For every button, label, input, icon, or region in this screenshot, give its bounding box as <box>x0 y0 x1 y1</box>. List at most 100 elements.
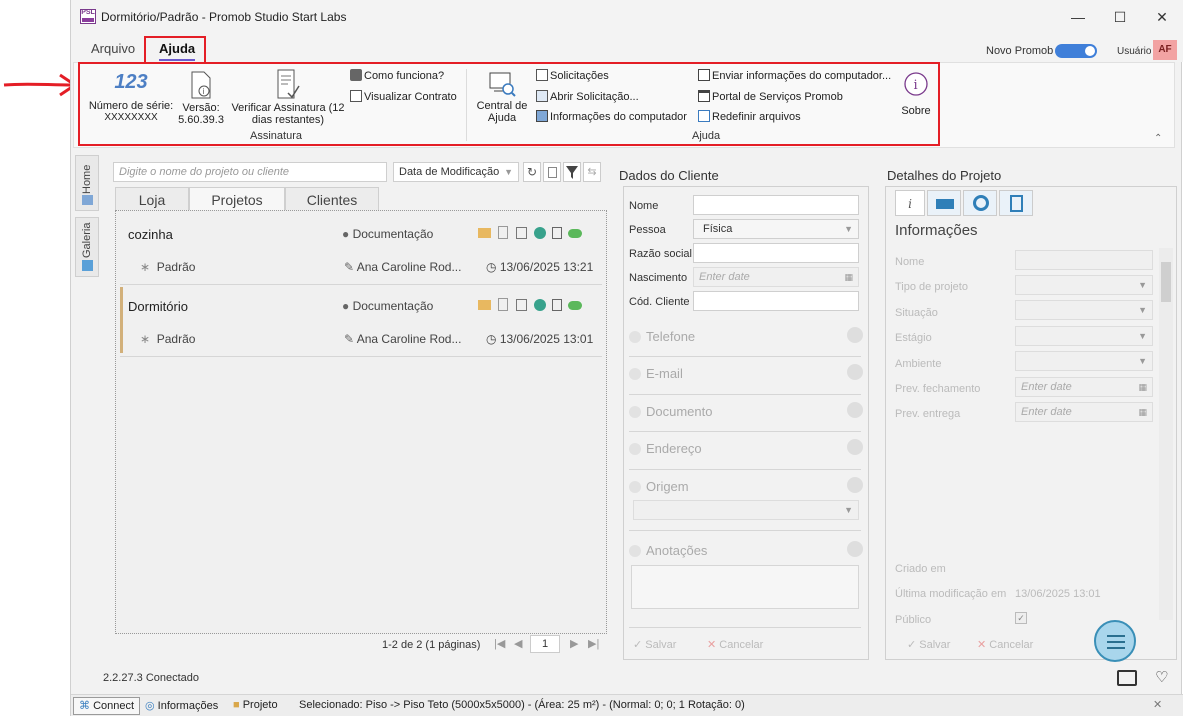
side-tab-galeria[interactable]: Galeria <box>75 217 99 277</box>
tipo-projeto-dropdown[interactable]: ▼ <box>1015 275 1153 295</box>
delete-icon[interactable] <box>552 299 562 311</box>
abrir-solicitacao-button[interactable]: Abrir Solicitação... <box>536 90 639 103</box>
razao-social-input[interactable] <box>693 243 859 263</box>
tab-clientes[interactable]: Clientes <box>285 187 379 211</box>
trash-icon[interactable] <box>543 162 561 182</box>
numero-serie-button[interactable]: 123 Número de série: XXXXXXXX <box>86 71 176 124</box>
refresh-icon[interactable]: ↻ <box>523 162 541 182</box>
project-search-input[interactable]: Digite o nome do projeto ou cliente <box>113 162 387 182</box>
documento-section[interactable]: Documento <box>629 404 712 419</box>
tab-arquivo[interactable]: Arquivo <box>91 41 135 56</box>
tab-ajuda[interactable]: Ajuda <box>159 41 196 61</box>
prev-page-icon[interactable]: ◀ <box>514 637 522 650</box>
prev-fechamento-input[interactable]: Enter date ▦ <box>1015 377 1153 397</box>
ribbon-tab-row: Arquivo Ajuda Novo Promob Usuário AF <box>71 34 1183 62</box>
endereco-section[interactable]: Endereço <box>629 441 702 456</box>
side-tab-home[interactable]: Home <box>75 155 99 211</box>
como-funciona-button[interactable]: Como funciona? <box>350 69 444 82</box>
sort-dropdown[interactable]: Data de Modificação ▼ <box>393 162 519 182</box>
client-salvar-button[interactable]: ✓ Salvar <box>633 638 676 651</box>
origem-section[interactable]: Origem <box>629 479 689 494</box>
origem-dropdown[interactable]: ▼ <box>633 500 859 520</box>
central-ajuda-button[interactable]: Central de Ajuda <box>472 71 532 124</box>
close-status-icon[interactable]: ✕ <box>1153 698 1162 711</box>
solicitacoes-button[interactable]: Solicitações <box>536 69 609 82</box>
details-scrollbar[interactable] <box>1159 248 1173 620</box>
filter-icon[interactable] <box>563 162 581 182</box>
visualizar-contrato-button[interactable]: Visualizar Contrato <box>350 90 457 103</box>
page-number-input[interactable]: 1 <box>530 635 560 653</box>
situacao-dropdown[interactable]: ▼ <box>1015 300 1153 320</box>
tab-projetos[interactable]: Projetos <box>189 187 285 211</box>
projeto-status[interactable]: ■ Projeto <box>233 699 278 711</box>
delete-icon[interactable] <box>552 227 562 239</box>
sobre-button[interactable]: i Sobre <box>896 71 936 117</box>
add-endereco-icon[interactable] <box>847 439 863 455</box>
maximize-button[interactable]: ☐ <box>1105 6 1135 28</box>
share-icon[interactable] <box>534 227 546 239</box>
informacoes-status[interactable]: ◎ Informações <box>145 699 218 712</box>
prev-entrega-input[interactable]: Enter date ▦ <box>1015 402 1153 422</box>
verificar-assinatura-button[interactable]: Verificar Assinatura (12 dias restantes) <box>230 69 346 126</box>
user-avatar[interactable]: AF <box>1153 40 1177 60</box>
telefone-section[interactable]: Telefone <box>629 329 695 344</box>
cloud-icon[interactable] <box>568 301 582 310</box>
calendar-icon[interactable]: ▦ <box>1138 407 1147 418</box>
export-icon[interactable] <box>516 227 527 239</box>
screen-share-icon[interactable] <box>1117 670 1137 686</box>
enviar-info-button[interactable]: Enviar informações do computador... <box>698 69 891 82</box>
share-icon[interactable] <box>534 299 546 311</box>
email-section[interactable]: E-mail <box>629 366 683 381</box>
calendar-icon[interactable]: ▦ <box>1138 382 1147 393</box>
calendar-icon[interactable]: ▦ <box>844 272 853 283</box>
documentation-link[interactable]: ● Documentação <box>342 299 433 313</box>
versao-button[interactable]: i Versão: 5.60.39.3 <box>176 71 226 126</box>
close-button[interactable]: ✕ <box>1147 6 1177 28</box>
documentation-link[interactable]: ● Documentação <box>342 227 433 241</box>
connect-button[interactable]: ⌘ Connect <box>73 697 141 715</box>
cod-cliente-input[interactable] <box>693 291 859 311</box>
list-separator <box>120 284 602 285</box>
cloud-icon[interactable] <box>568 229 582 238</box>
nascimento-input[interactable]: Enter date ▦ <box>693 267 859 287</box>
nome-input[interactable] <box>693 195 859 215</box>
add-anotacoes-icon[interactable] <box>847 541 863 557</box>
structure-tab-icon[interactable] <box>927 190 961 216</box>
export-icon[interactable] <box>516 299 527 311</box>
novo-promob-toggle[interactable] <box>1055 44 1097 58</box>
info-tab-icon[interactable]: i <box>895 190 925 216</box>
publico-checkbox[interactable]: ✓ <box>1015 612 1027 624</box>
portal-servicos-button[interactable]: Portal de Serviços Promob <box>698 90 843 103</box>
tab-loja[interactable]: Loja <box>115 187 189 211</box>
details-salvar-button[interactable]: ✓ Salvar <box>907 638 950 651</box>
checklist-tab-icon[interactable] <box>999 190 1033 216</box>
minimize-button[interactable]: — <box>1063 6 1093 28</box>
anotacoes-textarea[interactable] <box>631 565 859 609</box>
project-date: ◷ 13/06/2025 13:01 <box>486 332 594 346</box>
last-page-icon[interactable]: ▶| <box>588 637 599 650</box>
pessoa-dropdown[interactable]: Física ▼ <box>693 219 859 239</box>
next-page-icon[interactable]: ▶ <box>570 637 578 650</box>
ambiente-dropdown[interactable]: ▼ <box>1015 351 1153 371</box>
detail-nome-input[interactable] <box>1015 250 1153 270</box>
add-telefone-icon[interactable] <box>847 327 863 343</box>
chat-menu-button[interactable] <box>1094 620 1136 662</box>
history-tab-icon[interactable] <box>963 190 997 216</box>
redefinir-arquivos-button[interactable]: Redefinir arquivos <box>698 110 801 123</box>
add-origem-icon[interactable] <box>847 477 863 493</box>
estagio-dropdown[interactable]: ▼ <box>1015 326 1153 346</box>
client-cancelar-button[interactable]: ✕ Cancelar <box>707 638 763 651</box>
folder-icon[interactable] <box>478 300 491 310</box>
add-documento-icon[interactable] <box>847 402 863 418</box>
anotacoes-section[interactable]: Anotações <box>629 543 707 558</box>
first-page-icon[interactable]: |◀ <box>494 637 505 650</box>
copy-icon[interactable] <box>498 298 508 311</box>
swap-icon[interactable]: ⇆ <box>583 162 601 182</box>
collapse-ribbon-icon[interactable]: ⌃ <box>1154 133 1162 144</box>
add-email-icon[interactable] <box>847 364 863 380</box>
bell-icon[interactable]: ♡ <box>1155 668 1168 686</box>
info-computador-button[interactable]: Informações do computador <box>536 110 687 123</box>
copy-icon[interactable] <box>498 226 508 239</box>
details-cancelar-button[interactable]: ✕ Cancelar <box>977 638 1033 651</box>
folder-icon[interactable] <box>478 228 491 238</box>
